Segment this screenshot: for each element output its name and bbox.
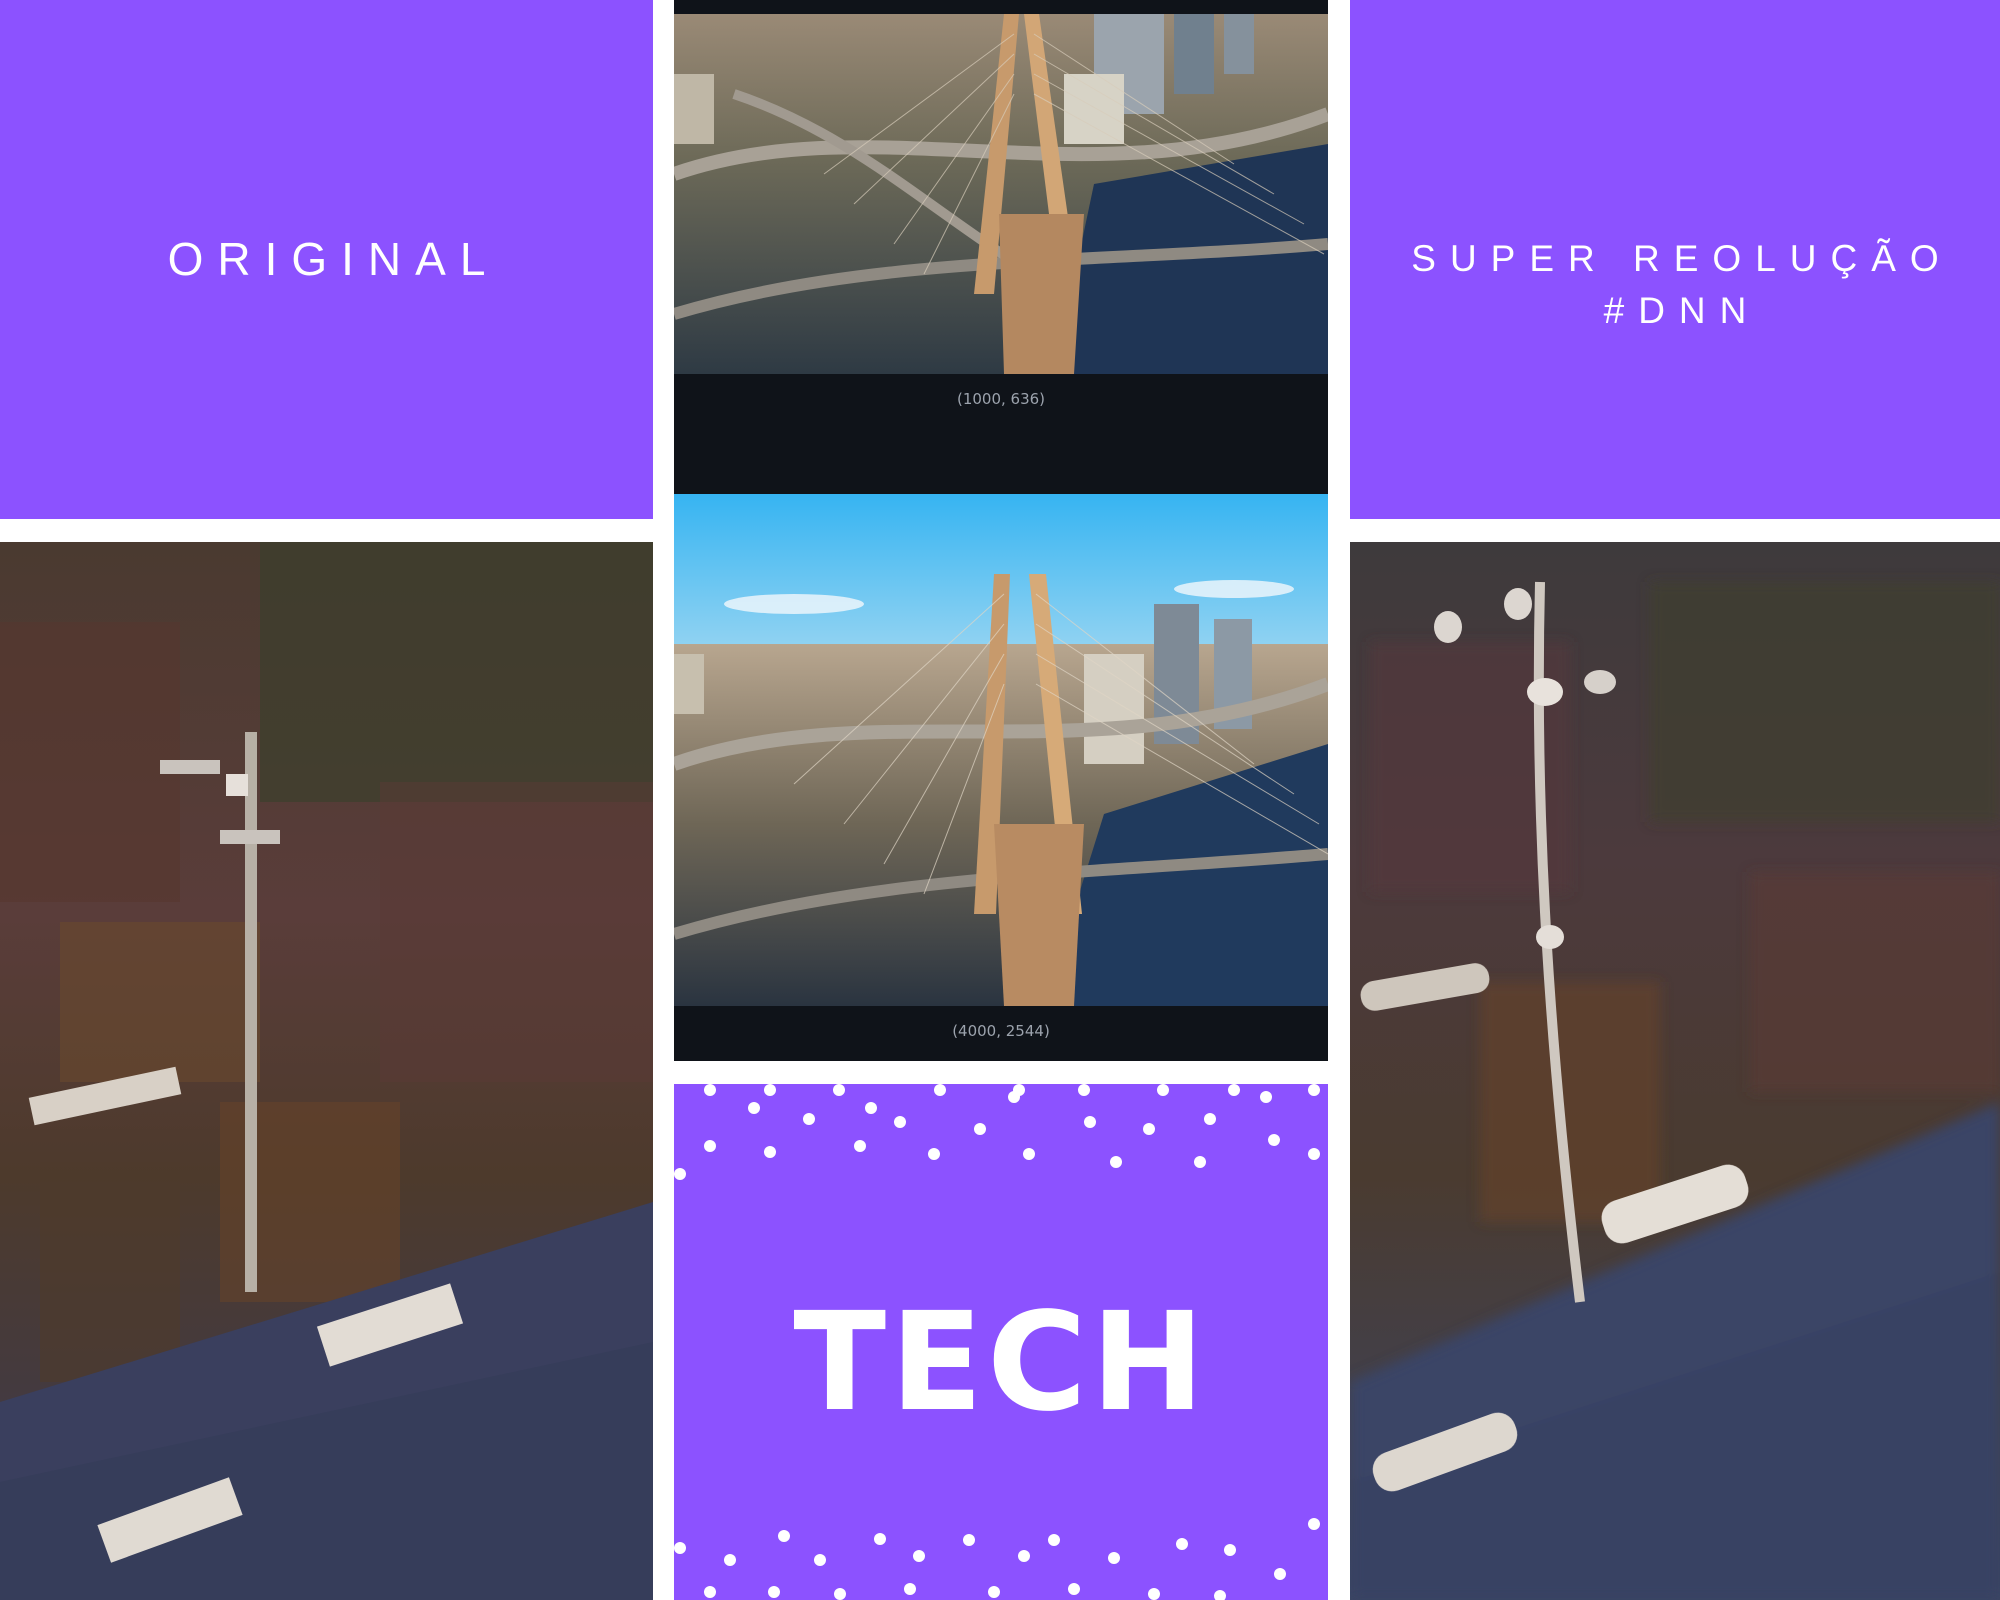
high-resolution-photo — [674, 494, 1328, 1006]
super-resolution-label: SUPER REOLUÇÃO — [1411, 238, 1953, 279]
super-resolution-label-panel: SUPER REOLUÇÃO #DNN — [1350, 0, 2000, 519]
tech-label: TECH — [793, 1284, 1209, 1442]
smoothed-zoom-photo — [1350, 542, 2000, 1600]
dnn-hashtag-label: #DNN — [1603, 290, 1761, 331]
original-label: ORIGINAL — [167, 233, 500, 285]
original-label-panel: ORIGINAL — [0, 0, 653, 519]
low-resolution-photo — [674, 14, 1328, 374]
tech-label-panel: TECH — [674, 1084, 1328, 1600]
low-resolution-caption: (1000, 636) — [956, 390, 1046, 408]
bridge-photo-bottom — [674, 494, 1328, 1006]
pixelated-zoom-photo — [0, 542, 653, 1600]
comparison-panel: (1000, 636) (4000, 2544) — [674, 0, 1328, 1061]
original-zoom-image — [0, 542, 653, 1600]
bridge-photo-top — [674, 14, 1328, 374]
high-resolution-caption: (4000, 2544) — [952, 1022, 1050, 1040]
super-resolution-zoom-image — [1350, 542, 2000, 1600]
